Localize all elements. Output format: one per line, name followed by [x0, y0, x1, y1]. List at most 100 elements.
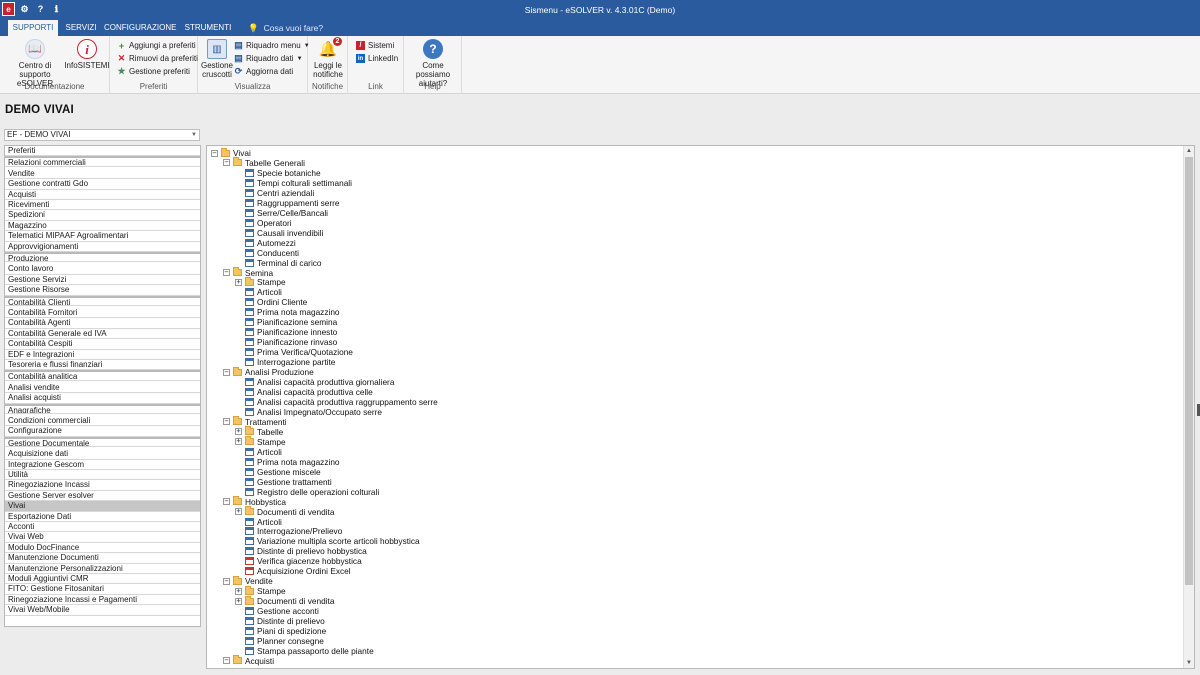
nav-item[interactable]: Gestione Servizi: [5, 275, 200, 286]
aggiungi-preferiti-button[interactable]: + Aggiungi a preferiti: [117, 41, 196, 51]
nav-item[interactable]: Vivai Web: [5, 532, 200, 543]
tree-scrollbar[interactable]: ▲ ▼: [1183, 146, 1194, 668]
tree-folder[interactable]: − Vivai: [211, 147, 251, 158]
nav-item[interactable]: Rinegoziazione Incassi e Pagamenti: [5, 595, 200, 606]
tree-item[interactable]: Distinte di prelievo hobbystica: [245, 546, 367, 556]
sistemi-link[interactable]: / Sistemi: [356, 41, 394, 50]
nav-item[interactable]: Gestione Documentale: [5, 436, 200, 448]
tree-item[interactable]: Planner consegne: [245, 636, 324, 646]
nav-item[interactable]: Contabilità Agenti: [5, 318, 200, 329]
collapse-icon[interactable]: −: [223, 577, 230, 585]
rimuovi-preferiti-button[interactable]: ✕ Rimuovi da preferiti: [117, 53, 198, 63]
tree-item[interactable]: Serre/Celle/Bancali: [245, 208, 328, 218]
nav-item[interactable]: Configurazione: [5, 426, 200, 437]
tree-item[interactable]: Analisi capacità produttiva raggruppamen…: [245, 397, 438, 407]
nav-item[interactable]: Acquisizione dati: [5, 449, 200, 460]
tell-me-search[interactable]: 💡 Cosa vuoi fare?: [248, 20, 323, 36]
nav-item[interactable]: Manutenzione Documenti: [5, 553, 200, 564]
tree-folder[interactable]: − Tabelle Generali: [223, 157, 305, 168]
nav-item[interactable]: Ricevimenti: [5, 200, 200, 211]
tree-item[interactable]: Registro delle operazioni colturali: [245, 487, 379, 497]
tree-item[interactable]: Interrogazione partite: [245, 357, 335, 367]
nav-item[interactable]: Magazzino: [5, 221, 200, 232]
expand-icon[interactable]: +: [235, 438, 242, 446]
tree-folder[interactable]: + Documenti di vendita: [235, 506, 334, 517]
gestione-preferiti-button[interactable]: ★ Gestione preferiti: [117, 66, 189, 76]
tree-item[interactable]: Analisi capacità produttiva celle: [245, 387, 373, 397]
expand-icon[interactable]: +: [235, 587, 242, 595]
scroll-down-icon[interactable]: ▼: [1184, 658, 1194, 668]
nav-item[interactable]: Condizioni commerciali: [5, 416, 200, 427]
collapse-icon[interactable]: −: [211, 149, 218, 157]
tree-folder[interactable]: − Trattamenti: [223, 416, 287, 427]
tree-item[interactable]: Articoli: [245, 447, 282, 457]
nav-item[interactable]: Approvvigionamenti: [5, 242, 200, 252]
tree-item[interactable]: Prima nota magazzino: [245, 457, 340, 467]
collapse-icon[interactable]: −: [223, 159, 230, 167]
collapse-icon[interactable]: −: [223, 269, 230, 277]
tree-item[interactable]: Operatori: [245, 218, 292, 228]
nav-item[interactable]: Contabilità analitica: [5, 370, 200, 381]
tree-item[interactable]: Piani di spedizione: [245, 626, 326, 636]
tree-item[interactable]: Specie botaniche: [245, 168, 321, 178]
scrollbar-thumb[interactable]: [1185, 157, 1193, 585]
nav-item[interactable]: Telematici MIPAAF Agroalimentari: [5, 231, 200, 242]
nav-item[interactable]: Vendite: [5, 169, 200, 180]
tree-folder[interactable]: + Documenti di vendita: [235, 595, 334, 606]
nav-item[interactable]: Gestione Risorse: [5, 285, 200, 296]
tree-item[interactable]: Verifica giacenze hobbystica: [245, 556, 362, 566]
tree-item[interactable]: Ordini Cliente: [245, 297, 307, 307]
tree-item[interactable]: Acquisizione Ordini Excel: [245, 566, 351, 576]
nav-item[interactable]: Esportazione Dati: [5, 512, 200, 522]
nav-item[interactable]: Anagrafiche: [5, 403, 200, 414]
company-select[interactable]: EF - DEMO VIVAI ▼: [4, 129, 200, 141]
nav-item[interactable]: Rinegoziazione Incassi: [5, 480, 200, 491]
nav-item[interactable]: Preferiti: [5, 146, 200, 157]
tree-item[interactable]: Articoli: [245, 287, 282, 297]
tree-folder[interactable]: + Stampe: [235, 436, 286, 447]
collapse-icon[interactable]: −: [223, 368, 230, 376]
tree-item[interactable]: Gestione trattamenti: [245, 477, 332, 487]
nav-item[interactable]: Gestione contratti Gdo: [5, 179, 200, 190]
nav-item[interactable]: Analisi acquisti: [5, 393, 200, 404]
aggiorna-dati-button[interactable]: ⟳ Aggiorna dati: [234, 66, 293, 76]
expand-icon[interactable]: +: [235, 278, 242, 286]
tab-servizi[interactable]: SERVIZI: [62, 20, 100, 36]
collapse-icon[interactable]: −: [223, 418, 230, 426]
tree-item[interactable]: Raggruppamenti serre: [245, 198, 340, 208]
tab-configurazione[interactable]: CONFIGURAZIONE: [104, 20, 176, 36]
tree-item[interactable]: Interrogazione/Prelievo: [245, 526, 342, 536]
nav-item[interactable]: Moduli Aggiuntivi CMR: [5, 574, 200, 585]
leggi-notifiche-button[interactable]: 🔔 2 Leggi le notifiche: [310, 37, 346, 79]
tree-folder[interactable]: + Stampe: [235, 276, 286, 287]
nav-item[interactable]: Integrazione Gescom: [5, 460, 200, 470]
tree-item[interactable]: Automezzi: [245, 238, 296, 248]
expand-icon[interactable]: +: [235, 428, 242, 436]
tree-item[interactable]: Pianificazione rinvaso: [245, 337, 337, 347]
tree-item[interactable]: Analisi Impegnato/Occupato serre: [245, 407, 382, 417]
tree-item[interactable]: Conducenti: [245, 248, 299, 258]
tree-item[interactable]: Prima nota magazzino: [245, 307, 340, 317]
tree-folder[interactable]: + Tabelle: [235, 426, 283, 437]
tree-item[interactable]: Centri aziendali: [245, 188, 314, 198]
expand-icon[interactable]: +: [235, 508, 242, 516]
nav-item[interactable]: Contabilità Generale ed IVA: [5, 329, 200, 340]
gestione-cruscotti-button[interactable]: ▥ Gestione cruscotti: [200, 39, 234, 79]
nav-item[interactable]: Spedizioni: [5, 210, 200, 221]
tree-item[interactable]: Prima Verifica/Quotazione: [245, 347, 353, 357]
tree-item[interactable]: Pianificazione semina: [245, 317, 337, 327]
nav-item[interactable]: Vivai: [5, 501, 200, 512]
collapse-icon[interactable]: −: [223, 498, 230, 506]
tree-folder[interactable]: − Acquisti: [223, 655, 274, 666]
nav-item[interactable]: Relazioni commerciali: [5, 156, 200, 167]
tree-item[interactable]: Articoli: [245, 517, 282, 527]
nav-item[interactable]: Conto lavoro: [5, 264, 200, 275]
aiuto-button[interactable]: ? Come possiamo aiutarti?: [406, 39, 460, 88]
tab-supporti[interactable]: SUPPORTI: [8, 20, 58, 36]
nav-item[interactable]: Tesoreria e flussi finanziari: [5, 360, 200, 371]
tab-strumenti[interactable]: STRUMENTI: [182, 20, 234, 36]
scroll-up-icon[interactable]: ▲: [1184, 146, 1194, 156]
tree-item[interactable]: Pianificazione innesto: [245, 327, 337, 337]
centro-supporto-button[interactable]: 📖 Centro di supporto eSOLVER: [4, 39, 66, 88]
tree-item[interactable]: Gestione miscele: [245, 467, 321, 477]
